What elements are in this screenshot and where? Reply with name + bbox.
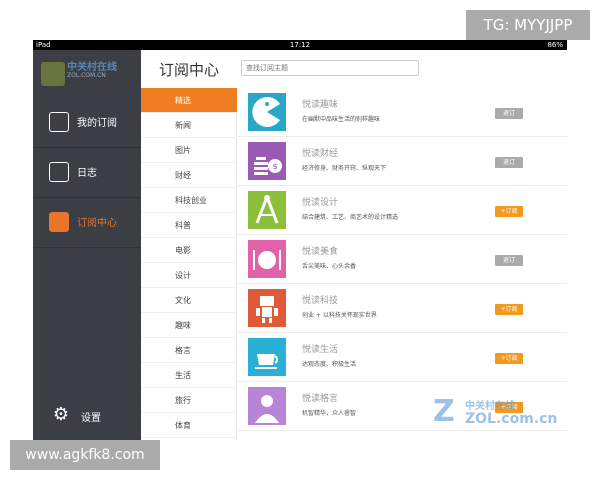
feed-item[interactable]: 悦读美食 舌尖美味、心头余香 退订	[238, 235, 567, 284]
category-item[interactable]: 科技创业	[141, 188, 237, 213]
gear-icon: ⚙	[52, 404, 70, 425]
category-item[interactable]: 趣味	[141, 313, 237, 338]
zol-z-icon: Z	[433, 394, 455, 429]
unsubscribe-button[interactable]: 退订	[495, 255, 523, 266]
feed-desc: 舌尖美味、心头余香	[302, 263, 357, 270]
subscribe-button[interactable]: +订阅	[495, 353, 523, 364]
feed-title: 悦读设计	[302, 198, 339, 208]
svg-text:$: $	[272, 162, 277, 171]
sidebar-item-my-subscriptions[interactable]: 我的订阅	[33, 98, 141, 148]
url-watermark: www.agkfk8.com	[10, 440, 160, 470]
subscribe-button[interactable]: +订阅	[495, 206, 523, 217]
feed-desc: 达观态度、积极生活	[302, 361, 357, 368]
feed-desc: 创业 + 以科技关怀现实世界	[302, 312, 377, 319]
settings-button[interactable]: ⚙ 设置	[33, 395, 141, 435]
sidebar-item-label: 订阅中心	[77, 218, 117, 229]
subscribe-icon	[49, 212, 69, 232]
page-title: 订阅中心	[159, 61, 220, 79]
status-time: 17:12	[289, 41, 311, 49]
category-item[interactable]: 图片	[141, 138, 237, 163]
feed-desc: 在幽默中品味生活的别样趣味	[302, 116, 381, 123]
ipad-screen: iPad 17:12 86% 中关村在线 ZOL.COM.CN 我的订阅 日志 …	[33, 40, 567, 440]
zol-watermark: Z 中关村在线 ZOL.com.cn	[433, 395, 563, 435]
category-item[interactable]: 财经	[141, 163, 237, 188]
feed-desc: 机智精华，众人睿智	[302, 410, 357, 417]
pacman-icon	[248, 93, 286, 131]
feed-title: 悦读美食	[302, 247, 339, 257]
category-item[interactable]: 生活	[141, 363, 237, 388]
category-item[interactable]: 电影	[141, 238, 237, 263]
feed-list: 悦读趣味 在幽默中品味生活的别样趣味 退订 $ 悦读财经 经济修身、财务开窍、纵…	[238, 88, 567, 440]
category-item[interactable]: 格言	[141, 338, 237, 363]
coffee-cup-icon	[248, 338, 286, 376]
category-list: 精选 新闻 图片 财经 科技创业 科普 电影 设计 文化 趣味 格言 生活 旅行…	[141, 88, 237, 440]
category-item[interactable]: 科普	[141, 213, 237, 238]
person-icon	[248, 387, 286, 425]
sidebar-item-label: 我的订阅	[77, 118, 117, 129]
feed-title: 悦读生活	[302, 345, 339, 355]
category-item[interactable]: 精选	[141, 88, 237, 113]
feed-item[interactable]: 悦读趣味 在幽默中品味生活的别样趣味 退订	[238, 88, 567, 137]
search-input[interactable]	[241, 60, 419, 76]
chart-icon	[49, 112, 69, 132]
sidebar: 中关村在线 ZOL.COM.CN 我的订阅 日志 订阅中心 ⚙ 设置	[33, 50, 141, 440]
sidebar-item-log[interactable]: 日志	[33, 148, 141, 198]
logo-name: 中关村在线	[67, 62, 117, 73]
feed-title: 悦读科技	[302, 296, 339, 306]
status-battery: 86%	[547, 41, 563, 49]
coins-icon: $	[248, 142, 286, 180]
settings-label: 设置	[81, 413, 101, 424]
zol-logo: 中关村在线 ZOL.COM.CN	[39, 54, 135, 94]
feed-title: 悦读格言	[302, 394, 339, 404]
robot-icon	[248, 289, 286, 327]
sidebar-item-label: 日志	[77, 168, 97, 179]
compass-icon	[248, 191, 286, 229]
zol-watermark-line1: 中关村在线	[465, 401, 515, 412]
category-item[interactable]: 设计	[141, 263, 237, 288]
feed-desc: 结合建筑、工艺、商艺术的设计精选	[302, 214, 399, 221]
unsubscribe-button[interactable]: 退订	[495, 108, 523, 119]
unsubscribe-button[interactable]: 退订	[495, 157, 523, 168]
plate-icon	[248, 240, 286, 278]
status-bar: iPad 17:12 86%	[33, 40, 567, 50]
category-item[interactable]: 文化	[141, 288, 237, 313]
subscribe-button[interactable]: +订阅	[495, 304, 523, 315]
zol-logo-icon	[41, 62, 65, 86]
profile-icon	[49, 162, 69, 182]
feed-title: 悦读财经	[302, 149, 339, 159]
header: 订阅中心	[141, 50, 567, 88]
tg-tag: TG: MYYJJPP	[466, 10, 590, 40]
feed-item[interactable]: 悦读科技 创业 + 以科技关怀现实世界 +订阅	[238, 284, 567, 333]
feed-title: 悦读趣味	[302, 100, 339, 110]
feed-item[interactable]: 悦读设计 结合建筑、工艺、商艺术的设计精选 +订阅	[238, 186, 567, 235]
feed-item[interactable]: 悦读生活 达观态度、积极生活 +订阅	[238, 333, 567, 382]
sidebar-item-subscription-center[interactable]: 订阅中心	[33, 198, 141, 248]
feed-item[interactable]: $ 悦读财经 经济修身、财务开窍、纵观天下 退订	[238, 137, 567, 186]
feed-desc: 经济修身、财务开窍、纵观天下	[302, 165, 387, 172]
category-item[interactable]: 体育	[141, 413, 237, 438]
category-item[interactable]: 旅行	[141, 388, 237, 413]
category-item[interactable]: 新闻	[141, 113, 237, 138]
zol-watermark-line2: ZOL.com.cn	[465, 411, 558, 427]
logo-sub: ZOL.COM.CN	[67, 72, 106, 79]
